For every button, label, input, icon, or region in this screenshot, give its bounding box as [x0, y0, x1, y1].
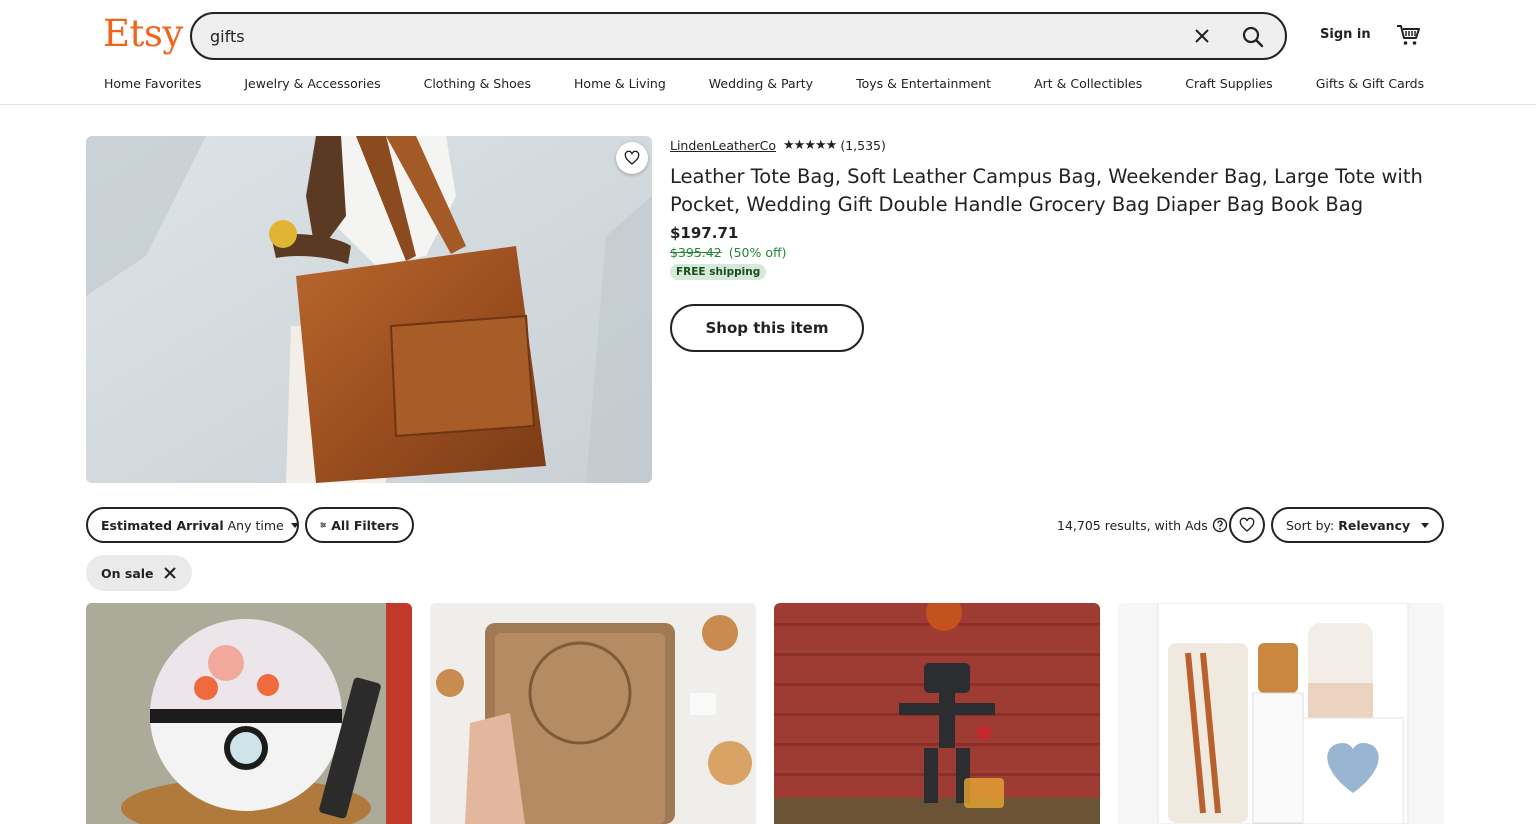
sign-in-link[interactable]: Sign in [1320, 27, 1371, 42]
nav-gifts-gift-cards[interactable]: Gifts & Gift Cards [1316, 76, 1424, 91]
caret-down-icon [1421, 522, 1430, 528]
shop-this-item-button[interactable]: Shop this item [670, 304, 864, 352]
sort-dropdown[interactable]: Sort by: Relevancy [1271, 507, 1444, 543]
sort-value: Relevancy [1338, 517, 1411, 533]
nav-clothing-shoes[interactable]: Clothing & Shoes [424, 76, 531, 91]
site-header: Etsy gifts Sign in Home Favorites Jewelr… [0, 0, 1536, 105]
favorite-heart-icon[interactable] [616, 142, 648, 174]
on-sale-filter-chip[interactable]: On sale [86, 555, 192, 591]
sort-label: Sort by: [1286, 517, 1335, 533]
original-price-line: $395.42 (50% off) [670, 245, 786, 260]
featured-product-image[interactable] [86, 136, 652, 483]
results-count: 14,705 results, with Ads [1057, 517, 1228, 533]
estimated-arrival-value: Any time [227, 517, 284, 533]
product-card-recipe-book[interactable] [430, 603, 756, 824]
nav-toys-entertainment[interactable]: Toys & Entertainment [856, 76, 991, 91]
caret-down-icon [290, 522, 299, 528]
review-count: (1,535) [840, 138, 886, 153]
nav-art-collectibles[interactable]: Art & Collectibles [1034, 76, 1142, 91]
etsy-logo[interactable]: Etsy [103, 12, 183, 55]
clear-search-icon[interactable] [1191, 25, 1213, 47]
product-title[interactable]: Leather Tote Bag, Soft Leather Campus Ba… [670, 163, 1430, 219]
help-icon[interactable] [1212, 517, 1228, 533]
search-bar[interactable]: gifts [190, 12, 1287, 60]
cart-icon[interactable] [1395, 22, 1421, 48]
shop-name-link[interactable]: LindenLeatherCo [670, 138, 776, 153]
on-sale-label: On sale [101, 565, 154, 581]
nav-jewelry-accessories[interactable]: Jewelry & Accessories [244, 76, 380, 91]
all-filters-label: All Filters [331, 517, 399, 533]
nav-home-favorites[interactable]: Home Favorites [104, 76, 201, 91]
category-nav: Home Favorites Jewelry & Accessories Clo… [104, 76, 1424, 91]
search-input[interactable]: gifts [210, 27, 245, 46]
all-filters-button[interactable]: All Filters [305, 507, 414, 543]
filter-sliders-icon [320, 522, 326, 528]
save-search-heart-icon[interactable] [1229, 507, 1265, 543]
estimated-arrival-label: Estimated Arrival [101, 517, 224, 533]
results-text: 14,705 results, with Ads [1057, 517, 1208, 533]
nav-wedding-party[interactable]: Wedding & Party [709, 76, 813, 91]
shop-info: LindenLeatherCo ★★★★★ (1,535) [670, 138, 886, 153]
product-card-pokeball-terrarium[interactable] [86, 603, 412, 824]
discount-percent: (50% off) [728, 245, 787, 260]
original-price: $395.42 [670, 245, 722, 260]
product-card-gift-box[interactable] [1118, 603, 1444, 824]
remove-filter-icon[interactable] [163, 566, 177, 580]
product-card-pipe-robot-dispenser[interactable] [774, 603, 1100, 824]
sale-price: $197.71 [670, 224, 739, 242]
search-icon[interactable] [1235, 20, 1271, 54]
rating-stars: ★★★★★ [783, 138, 837, 153]
free-shipping-badge: FREE shipping [670, 264, 767, 280]
estimated-arrival-dropdown[interactable]: Estimated Arrival Any time [86, 507, 299, 543]
nav-craft-supplies[interactable]: Craft Supplies [1185, 76, 1272, 91]
nav-home-living[interactable]: Home & Living [574, 76, 666, 91]
